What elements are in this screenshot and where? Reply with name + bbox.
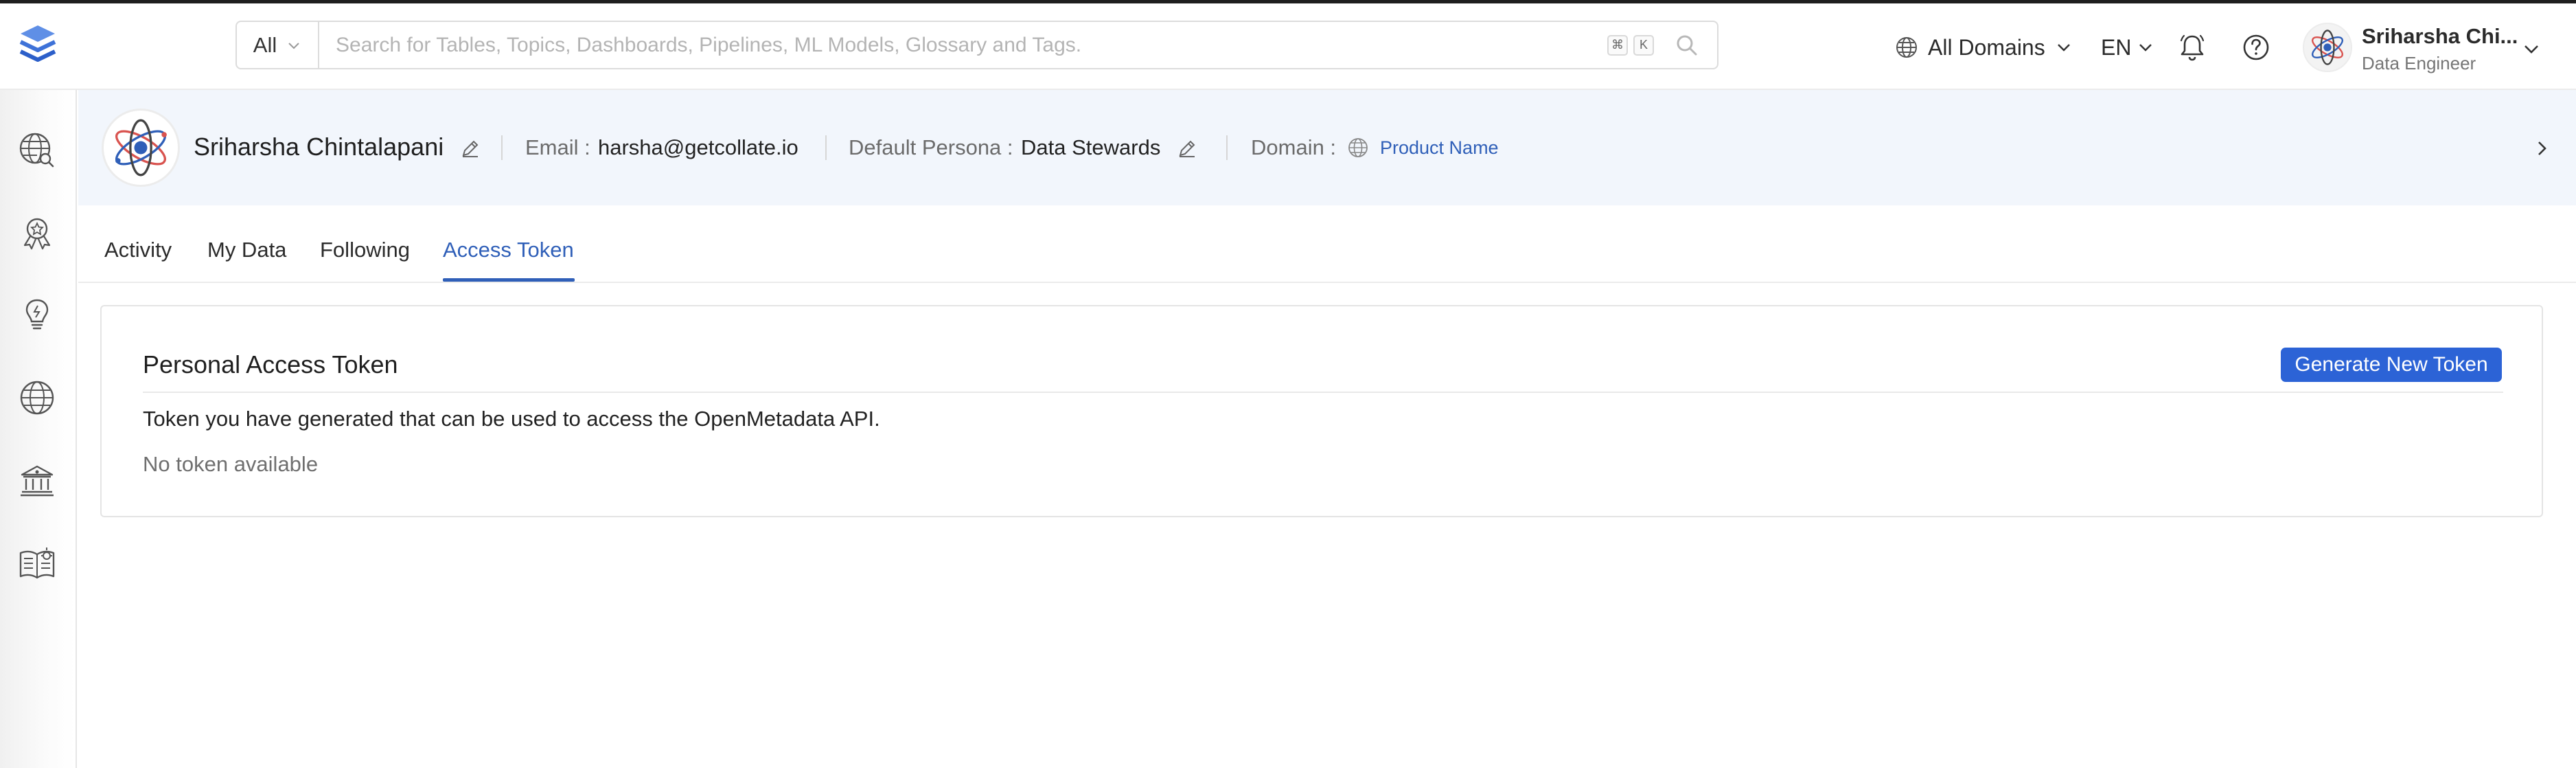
chevron-down-icon: [2057, 44, 2070, 52]
generate-new-token-button[interactable]: Generate New Token: [2281, 348, 2502, 382]
chevron-down-icon: [2139, 44, 2152, 52]
domain-link[interactable]: Product Name: [1380, 137, 1499, 159]
user-avatar[interactable]: [2303, 23, 2352, 72]
search-scope-value: All: [253, 32, 277, 57]
email-value: harsha@getcollate.io: [598, 135, 798, 159]
card-title: Personal Access Token: [143, 350, 398, 379]
domains-globe-icon[interactable]: [16, 377, 58, 418]
tab-following[interactable]: Following: [320, 238, 410, 262]
chevron-down-icon: [288, 42, 299, 49]
tabs-divider: [78, 282, 2576, 283]
tab-activity[interactable]: Activity: [104, 238, 172, 262]
search-icon[interactable]: [1673, 32, 1701, 59]
separator: [825, 135, 827, 160]
globe-icon: [1896, 37, 1917, 58]
insights-bulb-icon[interactable]: [16, 295, 58, 336]
openmetadata-logo-icon[interactable]: [16, 21, 59, 72]
tab-access-token[interactable]: Access Token: [443, 238, 574, 262]
help-icon[interactable]: [2241, 32, 2271, 63]
tab-my-data[interactable]: My Data: [207, 238, 286, 262]
top-navbar: All ⌘ K All Domains EN: [0, 3, 2576, 90]
language-label: EN: [2101, 34, 2132, 60]
edit-persona-pencil-icon[interactable]: [1175, 137, 1199, 160]
domains-dropdown[interactable]: All Domains: [1895, 24, 2073, 71]
shortcut-cmd-key: ⌘: [1607, 34, 1628, 56]
chevron-right-icon[interactable]: [2531, 137, 2554, 160]
user-role: Data Engineer: [2362, 53, 2476, 74]
profile-avatar: [102, 109, 180, 187]
explore-icon[interactable]: [16, 130, 58, 171]
no-token-message: No token available: [143, 452, 319, 476]
edit-name-pencil-icon[interactable]: [459, 137, 482, 160]
card-divider: [143, 392, 2503, 393]
separator: [501, 135, 503, 160]
notifications-bell-icon[interactable]: [2177, 32, 2207, 63]
search-scope-select[interactable]: All: [237, 22, 319, 68]
shortcut-k-key: K: [1633, 34, 1654, 56]
domain-globe-icon: [1348, 138, 1368, 157]
glossary-book-icon[interactable]: [16, 542, 58, 583]
governance-building-icon[interactable]: [16, 460, 58, 501]
default-persona-label: Default Persona :: [849, 135, 1013, 159]
user-profile-header: Sriharsha Chintalapani Email : harsha@ge…: [78, 90, 2576, 205]
atom-avatar-icon: [115, 119, 167, 177]
token-description: Token you have generated that can be use…: [143, 407, 880, 431]
separator: [1226, 135, 1228, 160]
language-dropdown[interactable]: EN: [2101, 24, 2154, 71]
profile-display-name: Sriharsha Chintalapani: [194, 133, 444, 161]
chevron-down-icon[interactable]: [2521, 39, 2542, 60]
default-persona-value: Data Stewards: [1021, 135, 1161, 159]
global-search-bar: All ⌘ K: [235, 21, 1718, 69]
email-label: Email :: [525, 135, 590, 159]
domain-label: Domain :: [1251, 135, 1337, 159]
atom-avatar-icon: [2312, 30, 2343, 65]
search-input[interactable]: [319, 22, 1607, 68]
quality-badge-icon[interactable]: [16, 212, 58, 253]
left-sidebar: [0, 90, 77, 768]
personal-access-token-card: Personal Access Token Generate New Token…: [100, 305, 2543, 517]
domains-label: All Domains: [1928, 34, 2045, 60]
user-name[interactable]: Sriharsha Chi...: [2362, 24, 2518, 49]
